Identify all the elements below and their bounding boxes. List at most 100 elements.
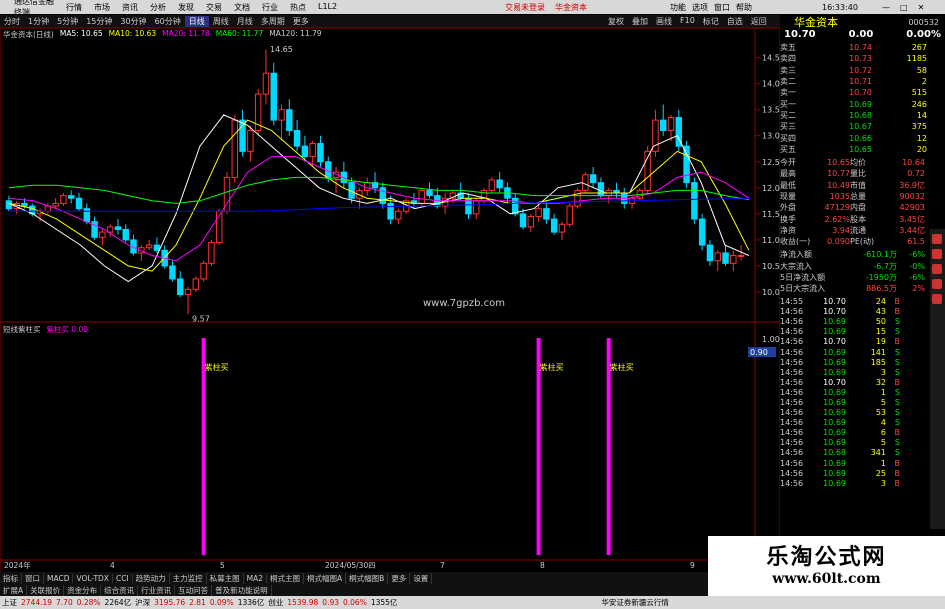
info-tab[interactable]: 综合资讯 xyxy=(101,584,139,596)
tick-cell: S xyxy=(894,387,900,397)
tick-cell: 10.70 xyxy=(823,297,846,307)
tick-cell: B xyxy=(894,468,901,478)
side-tool-icon[interactable] xyxy=(932,234,942,244)
stat-row: 现量 1035 总量 90032 xyxy=(780,191,945,202)
ma-line-ma20 xyxy=(8,156,750,262)
tick-cell: 10.69 xyxy=(823,367,846,377)
stat-cell: 净资 xyxy=(780,225,796,235)
tick-cell: S xyxy=(894,357,900,367)
info-tab[interactable]: 资金分布 xyxy=(64,584,102,596)
flow-value: -610.1万 xyxy=(863,250,897,260)
info-tabs: 扩展A 关联报价 资金分布 综合资讯 行业资讯 互动问答 普及新功能说明 xyxy=(0,584,800,596)
indicator-subtitle: 紫柱买 0.00 xyxy=(46,325,89,334)
price-tick-label: 10.00 xyxy=(762,288,780,297)
stat-cell: 90032 xyxy=(899,192,925,201)
status-bar: 上证 2744.19 7.70 0.28% 2264亿 沪深 3195.76 2.81 0.09… xyxy=(0,596,945,609)
tick-cell: 53 xyxy=(875,408,886,418)
stat-cell: PE(动) xyxy=(850,237,875,247)
tick-cell: 25 xyxy=(875,468,886,478)
stat-cell: 10.64 xyxy=(902,158,925,168)
candle-body xyxy=(293,130,301,147)
tick-cell: 14:56 xyxy=(780,357,804,367)
flow-label: 5日净流入额 xyxy=(780,273,826,283)
tick-cell: 14:56 xyxy=(780,438,804,448)
orderbook-row: 买二 10.68 14 xyxy=(780,110,945,121)
orderbook-volume: 12 xyxy=(916,133,927,143)
chart-area[interactable]: 14.50 14.00 13.50 13.00 12.50 12.00 11.50 11.00… xyxy=(0,0,780,572)
candle-body xyxy=(52,202,59,207)
close-icon[interactable]: ✕ xyxy=(918,3,925,12)
tick-cell: 24 xyxy=(875,297,886,307)
info-tab[interactable]: 互动问答 xyxy=(175,584,213,596)
orderbook-price: 10.68 xyxy=(849,110,872,120)
indicator-tab[interactable]: 指标 xyxy=(0,572,22,584)
candle-body xyxy=(67,195,75,199)
orderbook-price: 10.74 xyxy=(849,43,872,53)
orderbook-row: 卖五 10.74 267 xyxy=(780,42,945,53)
orderbook-volume: 267 xyxy=(911,43,927,53)
stat-cell: 61.5 xyxy=(907,237,925,247)
candle-body xyxy=(208,241,215,264)
tick-cell: 10.69 xyxy=(823,408,846,418)
candle-body xyxy=(363,182,371,191)
indicator-tab[interactable]: 私募主图 xyxy=(207,572,244,584)
candle-body xyxy=(566,205,573,225)
side-tool-icon[interactable] xyxy=(932,279,942,289)
tick-row: 14:56 10.69 1 B xyxy=(780,458,945,468)
indicator-tab[interactable]: 更多 xyxy=(388,572,411,584)
tick-cell: 14:56 xyxy=(780,428,804,438)
indicator-tab[interactable]: MACD xyxy=(44,573,74,583)
tick-cell: 1 xyxy=(880,458,886,468)
orderbook-row: 买四 10.66 12 xyxy=(780,132,945,143)
candle-body xyxy=(286,109,293,132)
candle-body xyxy=(698,218,706,246)
indicator-tab[interactable]: CCI xyxy=(113,573,133,583)
date-label: 5 xyxy=(220,561,225,570)
candle-body xyxy=(589,174,597,184)
side-tool-icon[interactable] xyxy=(932,264,942,274)
indicator-tab[interactable]: 桐式幅图B xyxy=(346,572,389,584)
tick-row: 14:56 10.69 185 S xyxy=(780,357,945,367)
flow-label: 大宗流入 xyxy=(780,261,812,271)
candle-body xyxy=(426,189,433,197)
stat-cell: 换手 xyxy=(780,214,796,224)
flow-pct: -6% xyxy=(909,273,925,283)
index-pct: 0.09% xyxy=(209,598,234,607)
info-tab[interactable]: 关联报价 xyxy=(27,584,65,596)
indicator-tab[interactable]: 桐式主图 xyxy=(267,572,305,584)
high-label: 14.65 xyxy=(270,45,293,54)
tick-list[interactable]: 14:55 10.70 24 B 14:56 10.70 43 B 14:56 10.69 50 S 1… xyxy=(780,297,945,489)
candle-body xyxy=(106,226,114,233)
info-tab[interactable]: 扩展A xyxy=(0,584,28,596)
index-vol: 2264亿 xyxy=(104,598,132,607)
info-tab[interactable]: 普及新功能说明 xyxy=(212,584,272,596)
tick-cell: 5 xyxy=(880,438,886,448)
tick-cell: 14:56 xyxy=(780,317,804,327)
tick-cell: 10.69 xyxy=(823,327,846,337)
date-label: 8 xyxy=(540,561,545,570)
indicator-tab[interactable]: 设置 xyxy=(410,572,433,584)
index-vol: 1336亿 xyxy=(237,598,265,607)
index-value: 2744.19 xyxy=(21,598,53,607)
stock-name: 华金资本 xyxy=(794,16,838,29)
tick-row: 14:56 10.69 3 B xyxy=(780,478,945,488)
info-tab[interactable]: 行业资讯 xyxy=(138,584,176,596)
indicator-tab[interactable]: MA2 xyxy=(244,573,268,583)
maximize-icon[interactable]: □ xyxy=(900,3,908,12)
indicator-tab[interactable]: VOL-TDX xyxy=(73,573,113,583)
orderbook-volume: 58 xyxy=(916,65,927,75)
tick-cell: 341 xyxy=(870,448,886,458)
indicator-tab[interactable]: 桐式幅图A xyxy=(304,572,347,584)
indicator-tab[interactable]: 主力监控 xyxy=(170,572,207,584)
indicator-tab[interactable]: 窗口 xyxy=(22,572,44,584)
side-tool-icon[interactable] xyxy=(932,294,942,304)
orderbook-label: 卖四 xyxy=(780,54,796,64)
minimize-icon[interactable]: — xyxy=(882,3,890,12)
candle-body xyxy=(706,244,714,262)
tick-cell: B xyxy=(894,428,901,438)
indicator-tab[interactable]: 趋势动力 xyxy=(133,572,170,584)
tick-cell: 3 xyxy=(880,367,886,377)
tick-row: 14:55 10.70 24 B xyxy=(780,297,945,307)
side-tool-icon[interactable] xyxy=(932,249,942,259)
candle-body xyxy=(418,189,425,204)
